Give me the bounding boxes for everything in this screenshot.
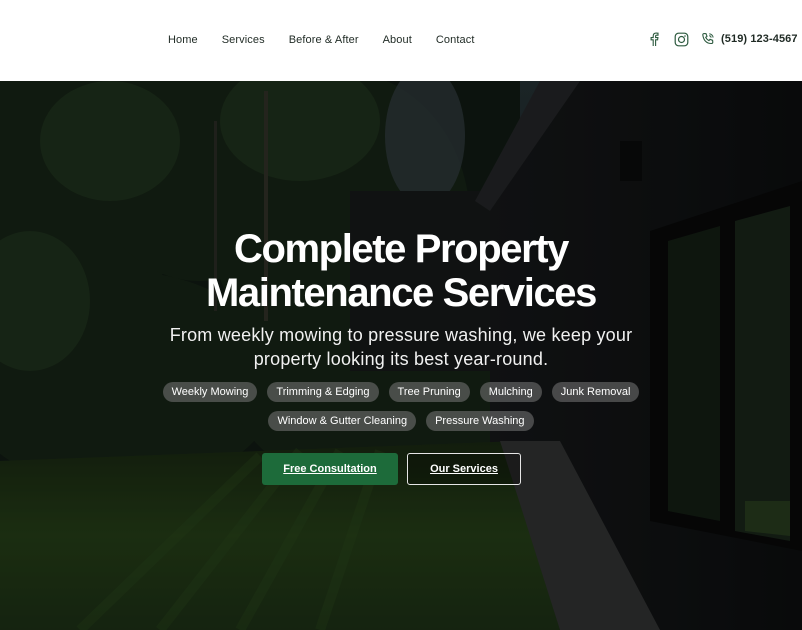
- free-consultation-button[interactable]: Free Consultation: [262, 453, 398, 485]
- service-tag: Tree Pruning: [388, 382, 470, 402]
- hero-content: Complete Property Maintenance Services F…: [0, 81, 802, 630]
- nav-before-after[interactable]: Before & After: [289, 33, 359, 47]
- service-tag: Window & Gutter Cleaning: [268, 411, 417, 431]
- hero-subtitle-line-1: From weekly mowing to pressure washing, …: [169, 325, 633, 345]
- site-header: Home Services Before & After About Conta…: [0, 0, 802, 81]
- hero-subtitle-line-2: property looking its best year-round.: [253, 349, 549, 369]
- hero-title-line-2: Maintenance Services: [206, 271, 597, 315]
- main-nav: Home Services Before & After About Conta…: [168, 33, 474, 47]
- service-tag: Trimming & Edging: [267, 382, 379, 402]
- hero-subtitle: From weekly mowing to pressure washing, …: [120, 323, 682, 371]
- nav-services[interactable]: Services: [222, 33, 265, 47]
- service-tag: Junk Removal: [551, 382, 640, 402]
- our-services-button[interactable]: Our Services: [407, 453, 521, 485]
- phone-icon[interactable]: [700, 31, 716, 47]
- service-tag: Mulching: [479, 382, 542, 402]
- nav-contact[interactable]: Contact: [436, 33, 475, 47]
- nav-home[interactable]: Home: [168, 33, 198, 47]
- hero-section: Complete Property Maintenance Services F…: [0, 81, 802, 630]
- service-tag: Weekly Mowing: [162, 382, 258, 402]
- service-tag: Pressure Washing: [426, 411, 534, 431]
- service-tags-row-1: Weekly Mowing Trimming & Edging Tree Pru…: [0, 382, 802, 402]
- instagram-icon[interactable]: [673, 31, 689, 47]
- facebook-icon[interactable]: [646, 31, 662, 47]
- hero-title-line-1: Complete Property: [233, 227, 569, 271]
- hero-cta-group: Free Consultation Our Services: [262, 453, 521, 485]
- hero-title: Complete Property Maintenance Services: [100, 227, 702, 315]
- social-links: (519) 123-4567: [646, 31, 798, 47]
- nav-about[interactable]: About: [383, 33, 412, 47]
- service-tags-row-2: Window & Gutter Cleaning Pressure Washin…: [0, 411, 802, 431]
- phone-number[interactable]: (519) 123-4567: [721, 33, 798, 45]
